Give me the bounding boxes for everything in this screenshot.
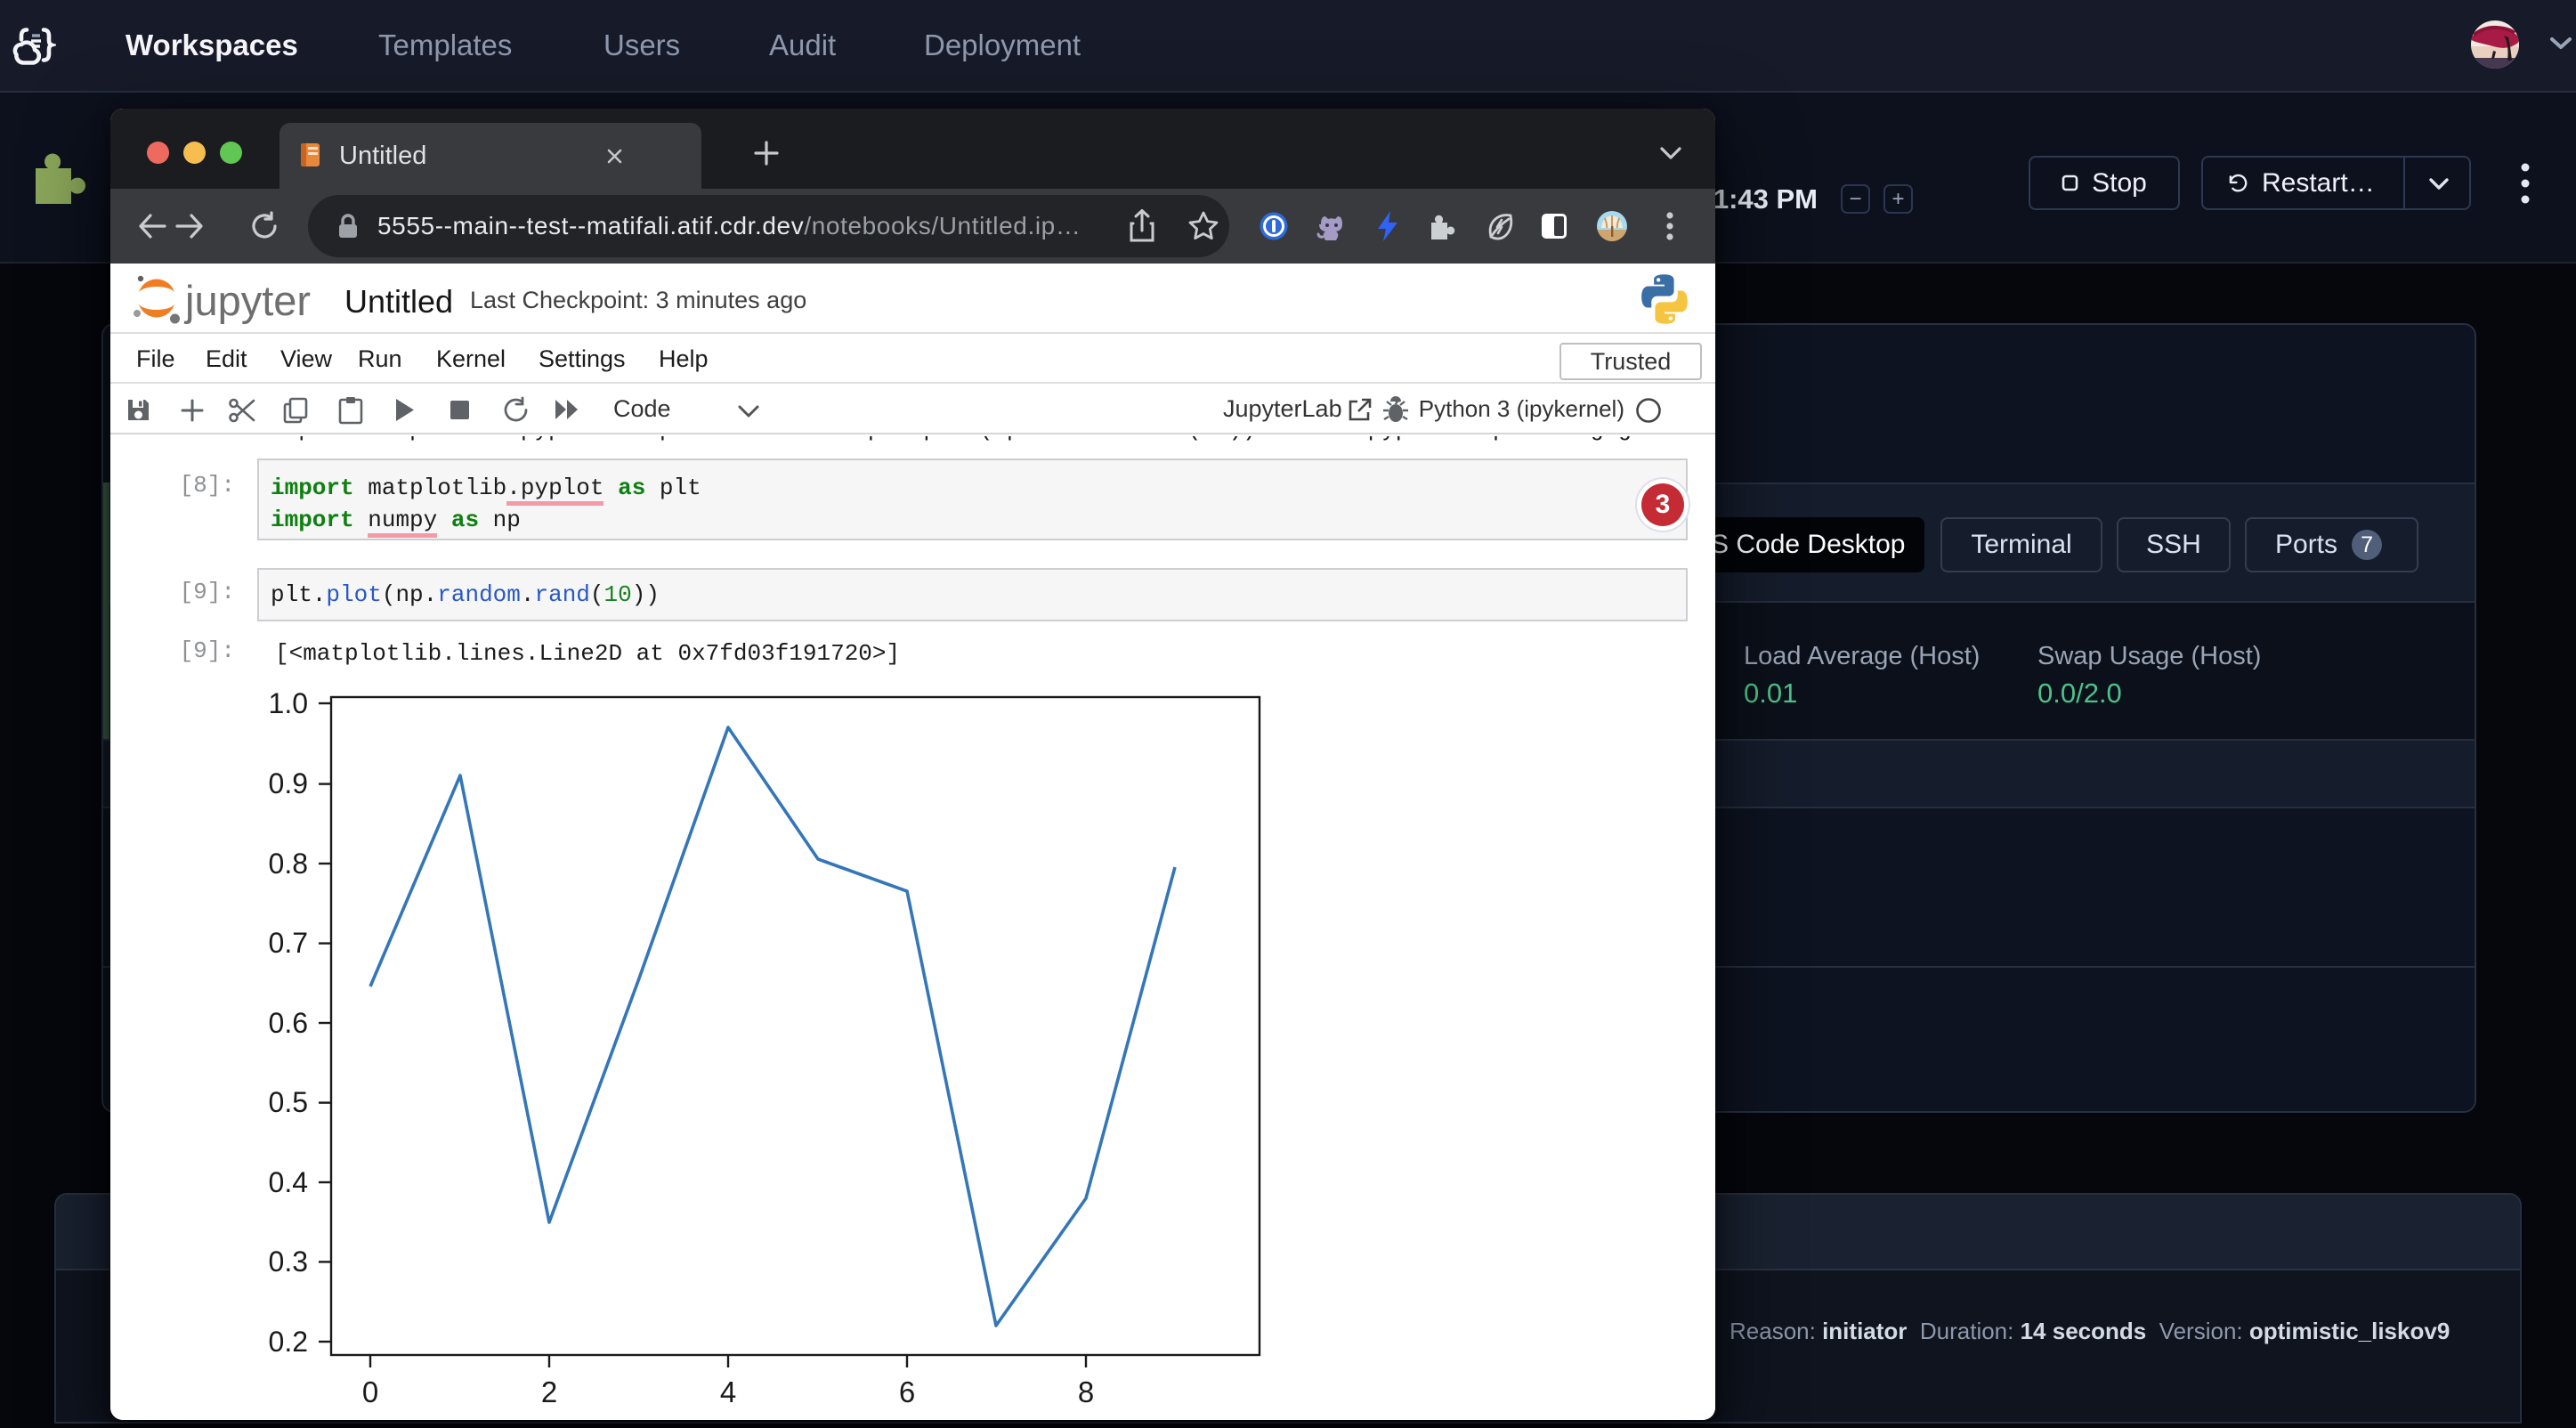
svg-text:0.6: 0.6 [269, 1007, 308, 1039]
svg-text:0.9: 0.9 [269, 767, 308, 799]
svg-text:0.8: 0.8 [269, 848, 308, 880]
svg-text:8: 8 [1078, 1375, 1094, 1408]
svg-text:0.7: 0.7 [269, 927, 308, 959]
svg-text:0.2: 0.2 [269, 1326, 308, 1358]
svg-text:0: 0 [362, 1375, 378, 1408]
svg-text:2: 2 [541, 1375, 557, 1408]
svg-text:0.4: 0.4 [269, 1166, 308, 1198]
svg-text:1.0: 1.0 [269, 687, 308, 719]
svg-text:0.5: 0.5 [269, 1086, 308, 1118]
svg-text:6: 6 [899, 1375, 915, 1408]
svg-text:4: 4 [720, 1375, 736, 1408]
svg-text:0.3: 0.3 [269, 1245, 308, 1278]
